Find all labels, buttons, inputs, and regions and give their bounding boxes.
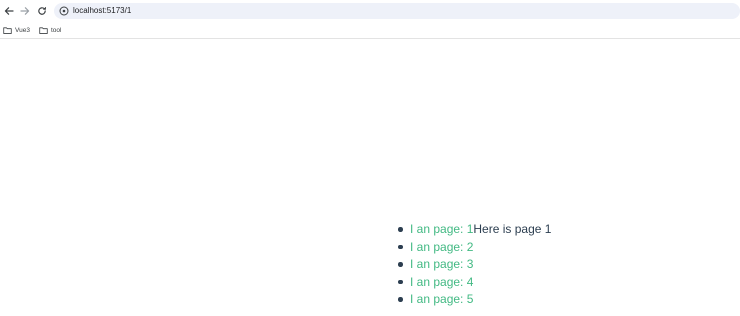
folder-icon (3, 27, 12, 34)
site-info-icon[interactable] (59, 6, 69, 16)
bullet (398, 244, 403, 250)
browser-toolbar: localhost:5173/1 (0, 0, 740, 22)
page-link-4[interactable]: I an page: 4 (410, 275, 473, 289)
list-item: I an page: 1Here is page 1 (398, 221, 551, 239)
folder-icon (39, 27, 48, 34)
list-item: I an page: 5 (398, 291, 551, 309)
forward-button[interactable] (17, 3, 33, 19)
bookmark-vue3[interactable]: Vue3 (3, 25, 30, 36)
bookmark-label: tool (51, 27, 62, 34)
bookmark-label: Vue3 (15, 27, 30, 34)
bullet (398, 297, 403, 302)
bullet (398, 279, 403, 285)
list-item: I an page: 4 (398, 274, 551, 292)
reload-icon (38, 7, 46, 15)
url-text[interactable]: localhost:5173/1 (73, 5, 131, 17)
page-link-5[interactable]: I an page: 5 (410, 292, 473, 306)
list-item: I an page: 2 (398, 239, 551, 257)
address-bar[interactable]: localhost:5173/1 (54, 3, 740, 19)
arrow-left-icon (4, 7, 14, 15)
page-content: I an page: 1Here is page 1 I an page: 2 … (0, 39, 740, 316)
bookmark-tool[interactable]: tool (39, 25, 61, 36)
bookmarks-bar: Vue3 tool (0, 22, 740, 39)
page-link-3[interactable]: I an page: 3 (410, 257, 473, 271)
page-link-list: I an page: 1Here is page 1 I an page: 2 … (398, 221, 551, 309)
page-link-2[interactable]: I an page: 2 (410, 240, 473, 254)
list-item: I an page: 3 (398, 256, 551, 274)
bullet (398, 262, 403, 267)
arrow-right-icon (20, 7, 30, 15)
page-content-text: Here is page 1 (473, 222, 552, 236)
reload-button[interactable] (34, 3, 50, 19)
page-link-1[interactable]: I an page: 1 (410, 222, 473, 236)
back-button[interactable] (1, 3, 17, 19)
bullet (398, 227, 403, 232)
